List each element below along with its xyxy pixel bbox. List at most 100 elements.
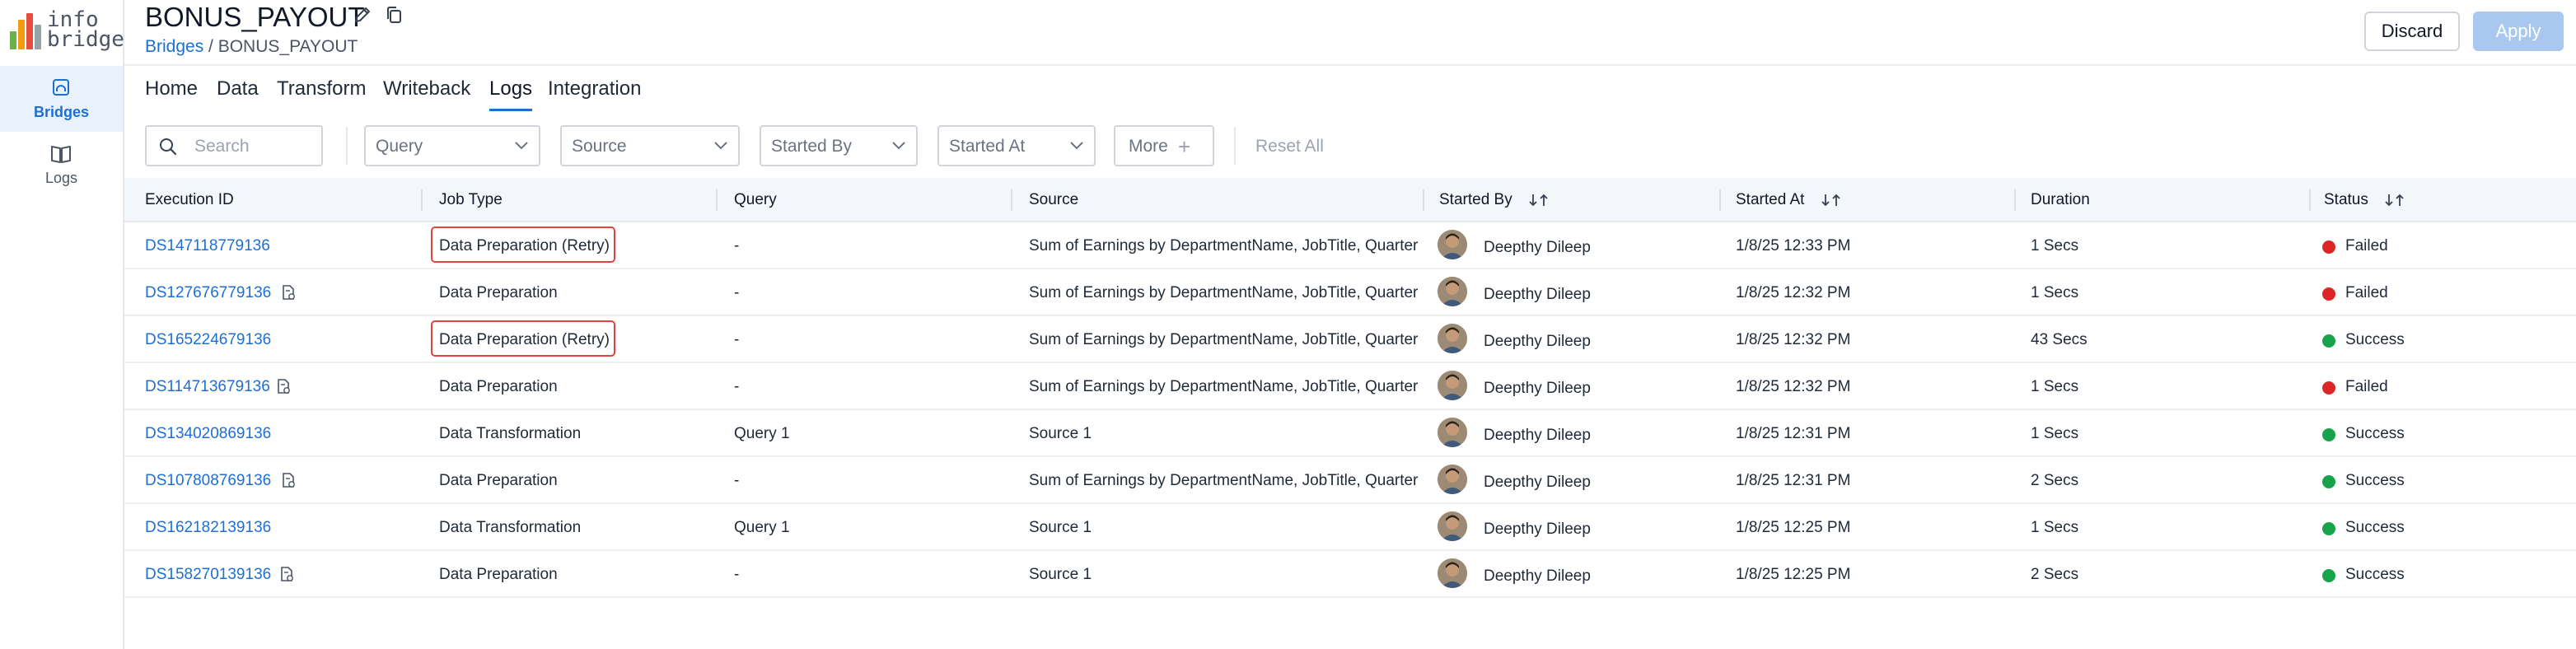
avatar	[1438, 230, 1467, 259]
duration-cell: 1 Secs	[2031, 425, 2079, 442]
column-header-started-by[interactable]: Started By	[1439, 191, 1550, 209]
avatar	[1438, 558, 1467, 588]
tab-logs[interactable]: Logs	[489, 77, 533, 111]
status-dot-icon	[2322, 287, 2335, 301]
chevron-down-icon	[1070, 142, 1083, 150]
tab-home[interactable]: Home	[145, 77, 198, 100]
avatar	[1438, 371, 1467, 400]
plus-icon: +	[1178, 134, 1191, 159]
filter-divider	[346, 127, 348, 165]
query-filter-dropdown[interactable]: Query	[364, 125, 540, 166]
job-type-cell: Data Preparation	[439, 284, 558, 301]
table-row[interactable]: DS134020869136 Data Transformation Query…	[124, 410, 2576, 457]
document-icon[interactable]	[278, 565, 296, 583]
duration-cell: 1 Secs	[2031, 519, 2079, 536]
duration-cell: 1 Secs	[2031, 284, 2079, 301]
execution-id-link[interactable]: DS134020869136	[145, 425, 271, 443]
status-dot-icon	[2322, 475, 2335, 488]
sidebar-item-logs[interactable]: Logs	[0, 132, 123, 198]
source-filter-dropdown[interactable]: Source	[560, 125, 740, 166]
sort-icon[interactable]	[1821, 193, 1842, 208]
document-icon[interactable]	[279, 283, 297, 301]
column-header-label: Started At	[1736, 191, 1805, 208]
reset-all-button[interactable]: Reset All	[1255, 137, 1324, 156]
sidebar-item-bridges[interactable]: Bridges	[0, 66, 123, 132]
started-by-filter-dropdown[interactable]: Started By	[760, 125, 918, 166]
started-by-cell: Deepthy Dileep	[1484, 474, 1591, 491]
column-header-started-at[interactable]: Started At	[1736, 191, 1842, 209]
logo-text: info bridge	[47, 7, 124, 52]
sidebar-item-label: Logs	[44, 170, 78, 186]
table-row[interactable]: DS107808769136 Data Preparation - Sum of…	[124, 457, 2576, 504]
started-at-cell: 1/8/25 12:31 PM	[1736, 425, 1851, 442]
tab-data[interactable]: Data	[217, 77, 259, 100]
started-at-cell: 1/8/25 12:25 PM	[1736, 519, 1851, 536]
query-cell: -	[734, 331, 740, 348]
table-header: Execution ID Job Type Query Source Start…	[124, 178, 2576, 222]
status-cell: Success	[2345, 472, 2405, 489]
tab-integration[interactable]: Integration	[548, 77, 641, 100]
started-by-cell: Deepthy Dileep	[1484, 380, 1591, 397]
copy-icon[interactable]	[384, 5, 404, 25]
duration-cell: 43 Secs	[2031, 331, 2087, 348]
column-header-status[interactable]: Status	[2324, 191, 2405, 209]
execution-id-link[interactable]: DS107808769136	[145, 472, 271, 490]
document-icon[interactable]	[274, 377, 292, 395]
execution-id-link[interactable]: DS114713679136	[145, 378, 270, 396]
bridge-icon	[53, 79, 69, 96]
tab-writeback[interactable]: Writeback	[383, 77, 470, 100]
column-resize-handle[interactable]	[2014, 189, 2016, 211]
column-resize-handle[interactable]	[1011, 189, 1012, 211]
book-icon	[51, 146, 71, 163]
started-at-cell: 1/8/25 12:32 PM	[1736, 378, 1851, 395]
search-field[interactable]	[145, 125, 323, 166]
started-by-cell: Deepthy Dileep	[1484, 239, 1591, 256]
duration-cell: 2 Secs	[2031, 472, 2079, 489]
execution-id-link[interactable]: DS147118779136	[145, 237, 270, 255]
started-at-filter-label: Started At	[949, 137, 1026, 156]
search-input[interactable]	[194, 135, 318, 158]
column-resize-handle[interactable]	[421, 189, 423, 211]
pencil-icon[interactable]	[353, 5, 372, 25]
breadcrumb-link-bridges[interactable]: Bridges	[145, 37, 203, 56]
started-at-cell: 1/8/25 12:33 PM	[1736, 237, 1851, 254]
started-by-cell: Deepthy Dileep	[1484, 333, 1591, 350]
table-row[interactable]: DS147118779136 Data Preparation (Retry) …	[124, 222, 2576, 269]
sort-icon[interactable]	[2384, 193, 2405, 208]
table-row[interactable]: DS114713679136 Data Preparation - Sum of…	[124, 363, 2576, 410]
status-cell: Success	[2345, 566, 2405, 583]
table-row[interactable]: DS162182139136 Data Transformation Query…	[124, 504, 2576, 551]
query-cell: -	[734, 472, 740, 489]
status-dot-icon	[2322, 428, 2335, 441]
document-icon[interactable]	[279, 471, 297, 489]
started-by-cell: Deepthy Dileep	[1484, 521, 1591, 538]
infobridge-logo[interactable]: info bridge	[10, 8, 124, 53]
duration-cell: 2 Secs	[2031, 566, 2079, 583]
sort-icon[interactable]	[1528, 193, 1550, 208]
table-row[interactable]: DS165224679136 Data Preparation (Retry) …	[124, 316, 2576, 363]
execution-id-link[interactable]: DS162182139136	[145, 519, 271, 537]
sidebar: info bridge Bridges Logs	[0, 0, 124, 649]
source-cell: Sum of Earnings by DepartmentName, JobTi…	[1029, 284, 1419, 301]
more-filters-button[interactable]: More +	[1114, 125, 1214, 166]
more-filters-label: More	[1129, 137, 1168, 156]
column-resize-handle[interactable]	[2309, 189, 2311, 211]
column-resize-handle[interactable]	[1423, 189, 1424, 211]
status-cell: Failed	[2345, 237, 2388, 254]
tab-transform[interactable]: Transform	[277, 77, 366, 100]
apply-button[interactable]: Apply	[2473, 12, 2564, 51]
filter-divider	[1234, 127, 1236, 165]
started-at-cell: 1/8/25 12:31 PM	[1736, 472, 1851, 489]
column-resize-handle[interactable]	[716, 189, 718, 211]
table-row[interactable]: DS127676779136 Data Preparation - Sum of…	[124, 269, 2576, 316]
discard-button[interactable]: Discard	[2364, 12, 2460, 51]
execution-id-link[interactable]: DS127676779136	[145, 284, 271, 302]
started-by-cell: Deepthy Dileep	[1484, 427, 1591, 444]
started-at-filter-dropdown[interactable]: Started At	[937, 125, 1096, 166]
execution-id-link[interactable]: DS158270139136	[145, 566, 271, 584]
column-resize-handle[interactable]	[1719, 189, 1721, 211]
execution-id-link[interactable]: DS165224679136	[145, 331, 271, 349]
table-row[interactable]: DS158270139136 Data Preparation - Source…	[124, 551, 2576, 598]
avatar	[1438, 324, 1467, 353]
started-by-cell: Deepthy Dileep	[1484, 567, 1591, 585]
